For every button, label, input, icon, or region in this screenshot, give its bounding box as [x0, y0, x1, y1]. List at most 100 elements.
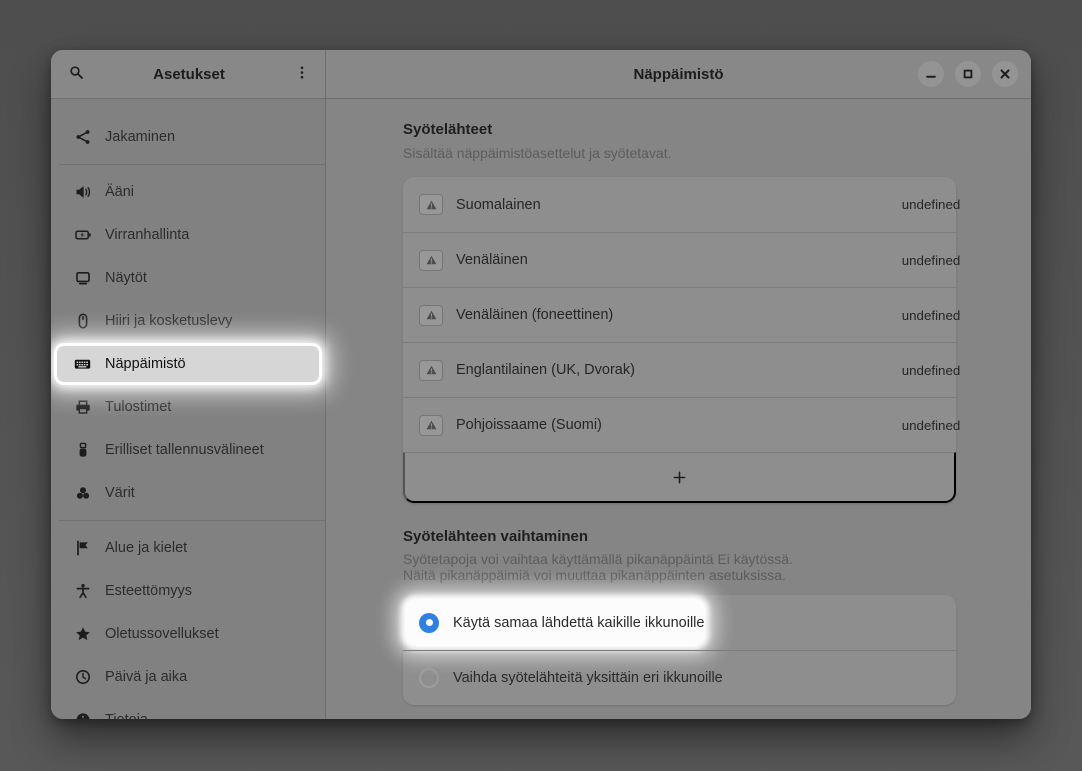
- layout-warning-icon: [419, 194, 443, 215]
- settings-window: Asetukset Jakaminen Ääni Virranhallinta Näy…: [51, 50, 1031, 719]
- sidebar-divider: [59, 520, 325, 521]
- battery-icon: [74, 227, 91, 244]
- radio-unselected[interactable]: [419, 668, 439, 688]
- sidebar-item-label: Oletussovellukset: [105, 626, 219, 642]
- sidebar-item-label: Jakaminen: [105, 129, 175, 145]
- sidebar-item-paiva-ja-aika[interactable]: Päivä ja aika: [57, 659, 319, 695]
- info-icon: [74, 712, 91, 720]
- row-menu-button[interactable]: undefined: [918, 412, 944, 438]
- kebab-vertical-icon: undefined: [902, 197, 961, 212]
- layout-warning-icon: [419, 415, 443, 436]
- sidebar-item-varit[interactable]: Värit: [57, 475, 319, 511]
- input-source-row-suomalainen[interactable]: Suomalainenundefined: [403, 177, 956, 232]
- sidebar: Asetukset Jakaminen Ääni Virranhallinta Näy…: [51, 50, 326, 719]
- clock-icon: [74, 669, 91, 686]
- main-titlebar: Näppäimistö: [326, 50, 1031, 99]
- kebab-vertical-icon: undefined: [902, 363, 961, 378]
- layout-warning-icon: [419, 360, 443, 381]
- input-source-row-venalainen-foneettinen[interactable]: Venäläinen (foneettinen)undefined: [403, 287, 956, 342]
- sidebar-item-esteettomyys[interactable]: Esteettömyys: [57, 573, 319, 609]
- input-source-row-englantilainen-uk-dvorak[interactable]: Englantilainen (UK, Dvorak)undefined: [403, 342, 956, 397]
- input-source-row-venalainen[interactable]: Venäläinenundefined: [403, 232, 956, 287]
- sidebar-item-label: Värit: [105, 485, 135, 501]
- sidebar-item-aani[interactable]: Ääni: [57, 174, 319, 210]
- keyboard-icon: [74, 356, 91, 373]
- accessibility-icon: [74, 583, 91, 600]
- sidebar-item-naytot[interactable]: Näytöt: [57, 260, 319, 296]
- section-subtitle-input-sources: Sisältää näppäimistöasettelut ja syöteta…: [403, 145, 672, 161]
- sidebar-item-erilliset-tallennusvalineet[interactable]: Erilliset tallennusvälineet: [57, 432, 319, 468]
- printer-icon: [74, 399, 91, 416]
- dimmed-desktop-backdrop: Asetukset Jakaminen Ääni Virranhallinta Näy…: [0, 0, 1082, 771]
- sidebar-item-label: Tulostimet: [105, 399, 171, 415]
- primary-menu-button[interactable]: [287, 59, 317, 89]
- sidebar-headerbar: Asetukset: [51, 50, 325, 99]
- kebab-vertical-icon: undefined: [902, 253, 961, 268]
- sidebar-item-label: Näytöt: [105, 270, 147, 286]
- row-menu-button[interactable]: undefined: [918, 192, 944, 218]
- sidebar-item-tulostimet[interactable]: Tulostimet: [57, 389, 319, 425]
- row-menu-button[interactable]: undefined: [918, 247, 944, 273]
- sidebar-item-label: Virranhallinta: [105, 227, 189, 243]
- close-icon: [999, 68, 1011, 80]
- sidebar-item-alue-ja-kielet[interactable]: Alue ja kielet: [57, 530, 319, 566]
- sidebar-item-label: Näppäimistö: [105, 356, 186, 372]
- usb-drive-icon: [74, 442, 91, 459]
- search-icon: [69, 65, 84, 83]
- sidebar-item-label: Päivä ja aika: [105, 669, 187, 685]
- color-circles-icon: [74, 485, 91, 502]
- sidebar-item-label: Alue ja kielet: [105, 540, 187, 556]
- flag-icon: [74, 540, 91, 557]
- input-sources-card: SuomalainenundefinedVenäläinenundefinedV…: [403, 177, 956, 503]
- window-controls: [918, 61, 1018, 87]
- plus-icon: [672, 470, 687, 485]
- sidebar-item-oletussovellukset[interactable]: Oletussovellukset: [57, 616, 319, 652]
- sidebar-item-nappaimisto[interactable]: Näppäimistö: [57, 346, 319, 382]
- add-input-source-button[interactable]: [403, 452, 956, 503]
- input-source-label: Pohjoissaame (Suomi): [456, 417, 918, 433]
- window-title: Näppäimistö: [633, 66, 723, 83]
- sidebar-item-hiiri-ja-kosketuslevy[interactable]: Hiiri ja kosketuslevy: [57, 303, 319, 339]
- option-label: Vaihda syötelähteitä yksittäin eri ikkun…: [453, 670, 723, 686]
- row-menu-button[interactable]: undefined: [918, 357, 944, 383]
- sidebar-item-virranhallinta[interactable]: Virranhallinta: [57, 217, 319, 253]
- kebab-vertical-icon: [295, 65, 309, 83]
- input-source-label: Suomalainen: [456, 197, 918, 213]
- close-button[interactable]: [992, 61, 1018, 87]
- input-source-row-pohjoissaame-suomi[interactable]: Pohjoissaame (Suomi)undefined: [403, 397, 956, 452]
- input-source-label: Venäläinen (foneettinen): [456, 307, 918, 323]
- sidebar-item-label: Esteettömyys: [105, 583, 192, 599]
- sidebar-item-jakaminen[interactable]: Jakaminen: [57, 119, 319, 155]
- kebab-vertical-icon: undefined: [902, 308, 961, 323]
- speaker-icon: [74, 184, 91, 201]
- sidebar-divider: [59, 164, 325, 165]
- minimize-button[interactable]: [918, 61, 944, 87]
- switching-option-row-2[interactable]: Vaihda syötelähteitä yksittäin eri ikkun…: [403, 650, 956, 705]
- switching-subtitle-line-1: Syötetapoja voi vaihtaa käyttämällä pika…: [403, 551, 793, 567]
- layout-warning-icon: [419, 305, 443, 326]
- sidebar-item-label: Erilliset tallennusvälineet: [105, 442, 264, 458]
- switching-option-row-1[interactable]: Käytä samaa lähdettä kaikille ikkunoille: [403, 595, 956, 650]
- mouse-icon: [74, 313, 91, 330]
- radio-selected[interactable]: [419, 613, 439, 633]
- row-menu-button[interactable]: undefined: [918, 302, 944, 328]
- minimize-icon: [925, 68, 937, 80]
- input-source-label: Englantilainen (UK, Dvorak): [456, 362, 918, 378]
- section-title-input-sources: Syötelähteet: [403, 121, 492, 138]
- maximize-button[interactable]: [955, 61, 981, 87]
- switching-options-card: Käytä samaa lähdettä kaikille ikkunoille…: [403, 595, 956, 705]
- sidebar-item-label: Hiiri ja kosketuslevy: [105, 313, 232, 329]
- display-icon: [74, 270, 91, 287]
- star-icon: [74, 626, 91, 643]
- keyboard-settings-pane: Näppäimistö Syötelähteet Sisältää näppäi…: [326, 50, 1031, 719]
- maximize-icon: [962, 68, 974, 80]
- input-source-label: Venäläinen: [456, 252, 918, 268]
- search-button[interactable]: [61, 59, 91, 89]
- share-icon: [74, 129, 91, 146]
- option-label: Käytä samaa lähdettä kaikille ikkunoille: [453, 615, 704, 631]
- kebab-vertical-icon: undefined: [902, 418, 961, 433]
- sidebar-item-tietoja[interactable]: Tietoja: [57, 702, 319, 719]
- sidebar-item-label: Ääni: [105, 184, 134, 200]
- switching-subtitle-line-2: Näitä pikanäppäimiä voi muuttaa pikanäpp…: [403, 567, 786, 583]
- layout-warning-icon: [419, 250, 443, 271]
